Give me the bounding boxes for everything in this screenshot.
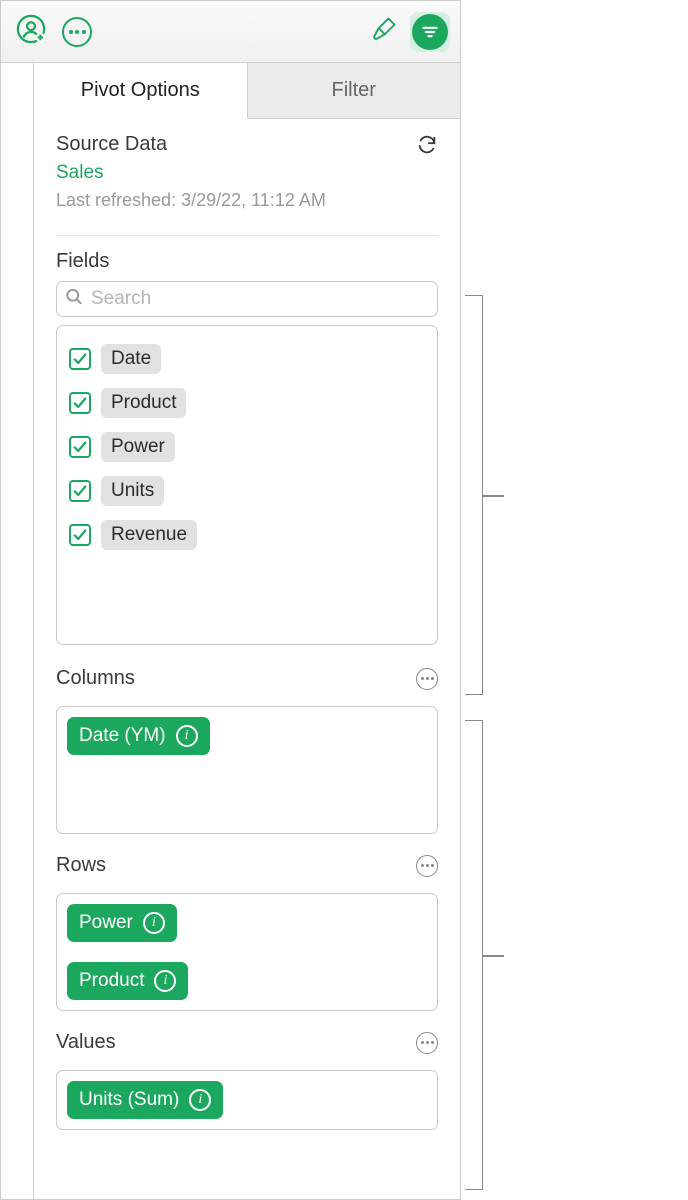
check-icon — [73, 396, 87, 410]
field-row: Units — [69, 476, 425, 506]
rows-dropzone[interactable]: Power i Product i — [56, 893, 438, 1011]
field-checkbox[interactable] — [69, 348, 91, 370]
info-icon[interactable]: i — [189, 1089, 211, 1111]
check-icon — [73, 352, 87, 366]
toolbar — [1, 1, 460, 63]
ellipsis-icon — [421, 1041, 434, 1044]
values-heading: Values — [56, 1031, 116, 1054]
refresh-icon — [416, 134, 438, 156]
check-icon — [73, 440, 87, 454]
inspector-panel: Pivot Options Filter Source Data Sales L… — [0, 0, 461, 1200]
columns-dropzone[interactable]: Date (YM) i — [56, 706, 438, 834]
pill-label: Date (YM) — [79, 725, 166, 747]
field-checkbox[interactable] — [69, 436, 91, 458]
info-icon[interactable]: i — [176, 725, 198, 747]
tab-label: Filter — [332, 79, 376, 102]
values-section: Values — [34, 1025, 460, 1064]
field-row: Power — [69, 432, 425, 462]
filter-lines-icon — [412, 14, 448, 50]
tab-label: Pivot Options — [81, 79, 200, 102]
fields-heading: Fields — [56, 250, 438, 273]
field-row: Product — [69, 388, 425, 418]
rows-heading: Rows — [56, 854, 106, 877]
source-table-link[interactable]: Sales — [56, 162, 438, 184]
value-field-pill[interactable]: Units (Sum) i — [67, 1081, 223, 1119]
paintbrush-icon — [370, 15, 398, 48]
last-refreshed-text: Last refreshed: 3/29/22, 11:12 AM — [56, 190, 438, 211]
more-options-button[interactable] — [57, 12, 97, 52]
panel-tabs: Pivot Options Filter — [34, 63, 460, 119]
rows-more-button[interactable] — [416, 855, 438, 877]
field-pill[interactable]: Power — [101, 432, 175, 462]
field-checkbox[interactable] — [69, 480, 91, 502]
tab-filter[interactable]: Filter — [248, 63, 461, 118]
pill-label: Units (Sum) — [79, 1089, 179, 1111]
ellipsis-icon — [421, 677, 434, 680]
pivot-options-panel: Pivot Options Filter Source Data Sales L… — [33, 63, 460, 1199]
row-field-pill[interactable]: Power i — [67, 904, 177, 942]
add-user-icon — [16, 14, 46, 49]
columns-more-button[interactable] — [416, 668, 438, 690]
field-pill[interactable]: Date — [101, 344, 161, 374]
ellipsis-icon — [421, 864, 434, 867]
field-pill[interactable]: Revenue — [101, 520, 197, 550]
pill-label: Product — [79, 970, 144, 992]
fields-search — [56, 281, 438, 317]
info-icon[interactable]: i — [143, 912, 165, 934]
values-dropzone[interactable]: Units (Sum) i — [56, 1070, 438, 1130]
values-more-button[interactable] — [416, 1032, 438, 1054]
column-field-pill[interactable]: Date (YM) i — [67, 717, 210, 755]
field-row: Revenue — [69, 520, 425, 550]
field-checkbox[interactable] — [69, 392, 91, 414]
format-brush-button[interactable] — [364, 12, 404, 52]
callout-bracket-areas — [465, 720, 483, 1190]
callout-bracket-fields — [465, 295, 483, 695]
source-data-heading: Source Data — [56, 133, 167, 156]
source-data-section: Source Data Sales Last refreshed: 3/29/2… — [34, 119, 460, 219]
check-icon — [73, 484, 87, 498]
field-checkbox[interactable] — [69, 524, 91, 546]
collaborate-button[interactable] — [11, 12, 51, 52]
columns-section: Columns — [34, 645, 460, 700]
pill-label: Power — [79, 912, 133, 934]
info-icon[interactable]: i — [154, 970, 176, 992]
fields-list: Date Product Power Units — [56, 325, 438, 645]
rows-section: Rows — [34, 848, 460, 887]
columns-heading: Columns — [56, 667, 135, 690]
search-icon — [64, 287, 84, 312]
sheet-edge — [1, 63, 33, 1199]
check-icon — [73, 528, 87, 542]
field-row: Date — [69, 344, 425, 374]
search-input[interactable] — [56, 281, 438, 317]
ellipsis-circle-icon — [62, 17, 92, 47]
fields-section: Fields — [34, 236, 460, 273]
field-pill[interactable]: Units — [101, 476, 164, 506]
row-field-pill[interactable]: Product i — [67, 962, 188, 1000]
organize-panel-toggle[interactable] — [410, 12, 450, 52]
tab-pivot-options[interactable]: Pivot Options — [34, 63, 248, 119]
field-pill[interactable]: Product — [101, 388, 186, 418]
refresh-button[interactable] — [416, 134, 438, 156]
